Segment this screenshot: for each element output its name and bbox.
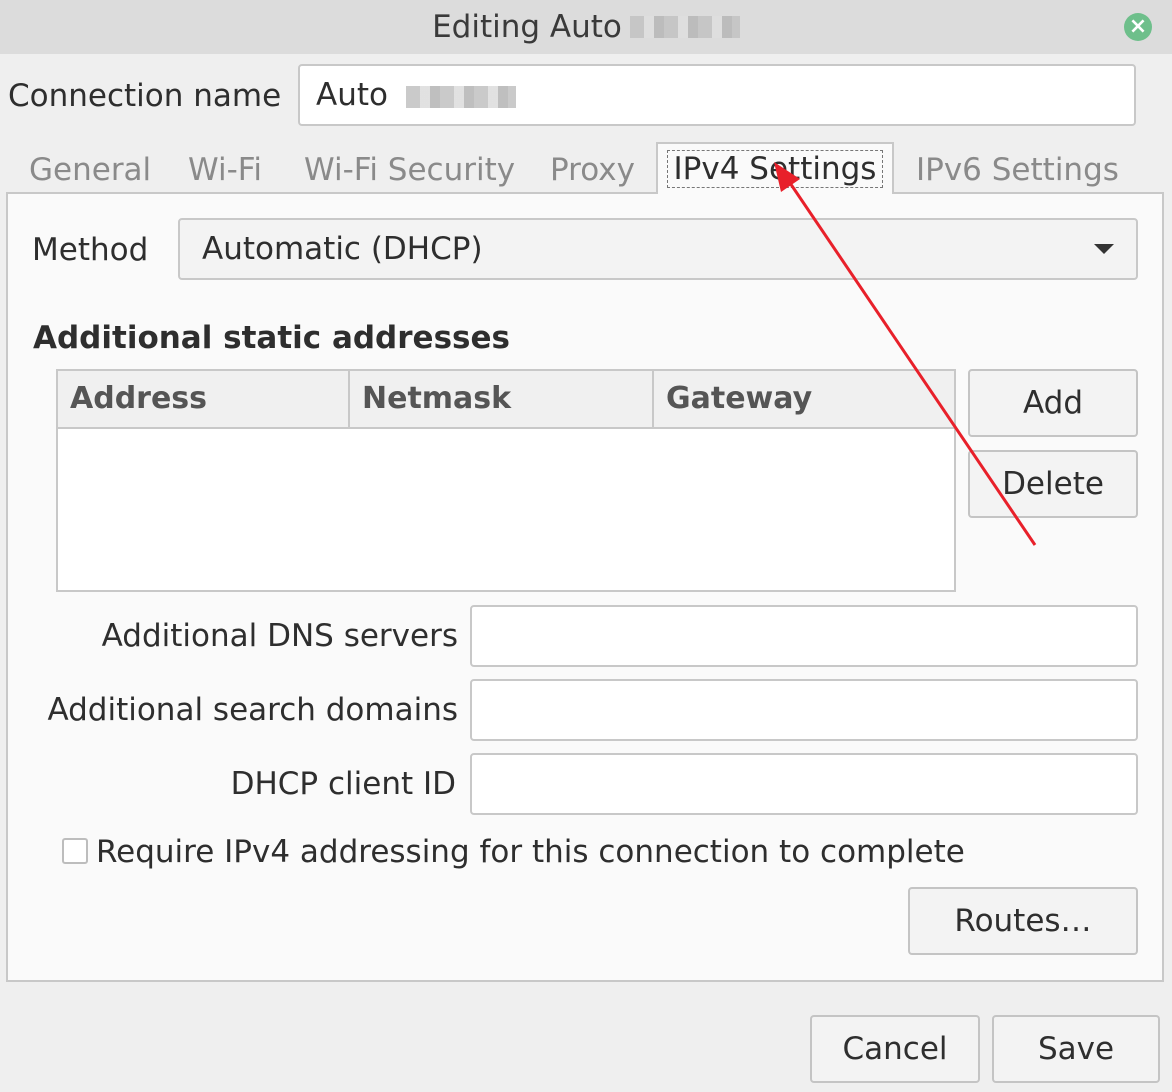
method-select[interactable]: Automatic (DHCP) [178, 218, 1138, 280]
delete-button[interactable]: Delete [968, 450, 1138, 518]
cancel-button[interactable]: Cancel [810, 1015, 980, 1083]
tab-ipv4-settings[interactable]: IPv4 Settings [656, 142, 894, 194]
add-button[interactable]: Add [968, 369, 1138, 437]
redacted-title-part [629, 16, 740, 38]
connection-name-input[interactable]: Auto [298, 64, 1136, 126]
connection-name-label: Connection name [8, 78, 282, 114]
column-gateway[interactable]: Gateway [654, 371, 954, 427]
tab-general[interactable]: General [29, 148, 151, 192]
chevron-down-icon [1094, 244, 1114, 254]
dns-servers-input[interactable] [470, 605, 1138, 667]
search-domains-input[interactable] [470, 679, 1138, 741]
routes-button[interactable]: Routes… [908, 887, 1138, 955]
tab-ipv4-settings-label: IPv4 Settings [666, 150, 884, 188]
dhcp-client-id-label: DHCP client ID [230, 766, 456, 802]
dhcp-client-id-input[interactable] [470, 753, 1138, 815]
tab-wifi[interactable]: Wi-Fi [188, 148, 262, 192]
close-icon[interactable]: × [1124, 13, 1152, 41]
method-label: Method [32, 232, 149, 268]
connection-name-value: Auto [316, 77, 388, 113]
tab-proxy[interactable]: Proxy [550, 148, 635, 192]
window-titlebar: Editing Auto × [0, 0, 1172, 54]
column-netmask[interactable]: Netmask [350, 371, 654, 427]
table-header: Address Netmask Gateway [58, 371, 954, 429]
search-domains-label: Additional search domains [47, 692, 458, 728]
tab-wifi-security[interactable]: Wi-Fi Security [304, 148, 515, 192]
static-addresses-title: Additional static addresses [33, 320, 510, 356]
save-button[interactable]: Save [992, 1015, 1160, 1083]
tab-ipv6-settings[interactable]: IPv6 Settings [916, 148, 1119, 192]
method-value: Automatic (DHCP) [202, 231, 483, 267]
window-title: Editing Auto [432, 9, 622, 45]
dns-servers-label: Additional DNS servers [101, 618, 458, 654]
require-ipv4-checkbox[interactable] [62, 838, 88, 864]
require-ipv4-label[interactable]: Require IPv4 addressing for this connect… [96, 830, 965, 874]
column-address[interactable]: Address [58, 371, 350, 427]
static-addresses-table[interactable]: Address Netmask Gateway [56, 369, 956, 592]
redacted-name-part [405, 85, 516, 108]
